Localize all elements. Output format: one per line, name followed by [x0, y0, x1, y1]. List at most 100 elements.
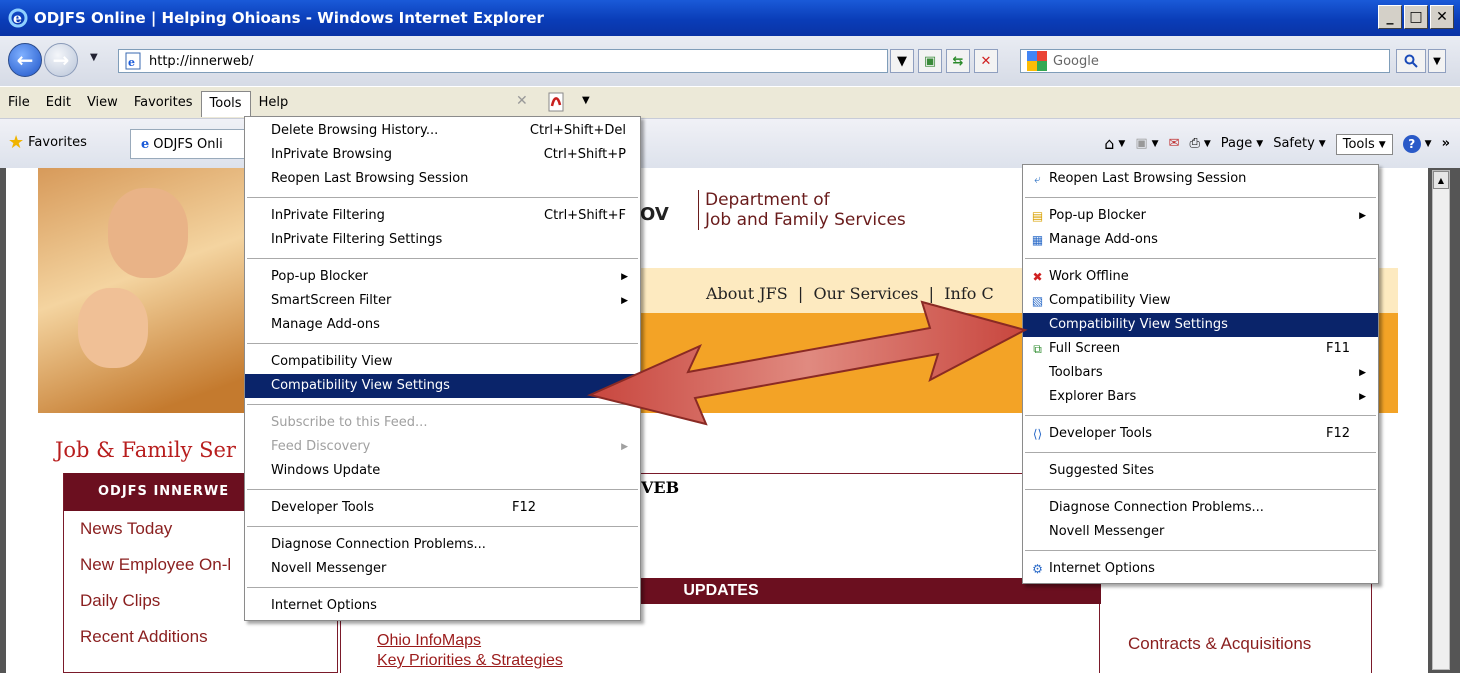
google-icon: [1027, 51, 1047, 71]
menu-view[interactable]: View: [79, 91, 126, 115]
menu-file[interactable]: File: [0, 91, 38, 115]
menu-compatibility-view-settings[interactable]: Compatibility View Settings: [245, 374, 640, 398]
pdf-dropdown-icon[interactable]: ▼: [582, 95, 590, 106]
printer-icon: ⎙: [1189, 136, 1200, 151]
manage-addons-icon: ▦: [1031, 233, 1044, 247]
full-screen-icon: ⧉: [1033, 342, 1042, 356]
tab-title: ODJFS Onli: [153, 136, 223, 152]
cmd-menu-reopen-last-session[interactable]: ⤶ Reopen Last Browsing Session: [1023, 167, 1378, 191]
search-button[interactable]: [1396, 49, 1426, 73]
cmd-menu-toolbars[interactable]: Toolbars ▶: [1023, 361, 1378, 385]
cmd-menu-compatibility-view-settings[interactable]: Compatibility View Settings: [1023, 313, 1378, 337]
ohio-gov-logo-text: OV: [640, 204, 669, 225]
safety-menu-button[interactable]: Safety ▼: [1273, 136, 1326, 151]
top-nav-links[interactable]: About JFS | Our Services | Info C: [706, 284, 994, 303]
content-link[interactable]: Key Priorities & Strategies: [377, 652, 563, 670]
welcome-heading: VEB: [641, 478, 680, 497]
recent-pages-dropdown[interactable]: ▼: [90, 52, 98, 63]
right-column-link[interactable]: Contracts & Acquisitions: [1128, 634, 1311, 654]
vertical-scrollbar[interactable]: ▲: [1432, 170, 1450, 670]
close-toolbar-icon[interactable]: ✕: [516, 93, 528, 109]
command-tools-dropdown-menu: ⤶ Reopen Last Browsing Session ▤ Pop-up Bl…: [1022, 164, 1379, 584]
department-name: Department of Job and Family Services: [698, 190, 906, 230]
favorites-label: Favorites: [28, 135, 87, 150]
menu-inprivate-filtering[interactable]: InPrivate Filtering Ctrl+Shift+F: [245, 204, 640, 228]
forward-button[interactable]: →: [44, 43, 78, 77]
maximize-button[interactable]: □: [1404, 5, 1428, 29]
menu-inprivate-browsing[interactable]: InPrivate Browsing Ctrl+Shift+P: [245, 143, 640, 167]
minimize-button[interactable]: _: [1378, 5, 1402, 29]
help-button[interactable]: ? ▼: [1402, 134, 1432, 153]
left-nav-link[interactable]: Recent Additions: [64, 619, 337, 655]
feeds-button[interactable]: ▣ ▼: [1135, 136, 1158, 151]
cmd-menu-novell-messenger[interactable]: Novell Messenger: [1023, 520, 1378, 544]
home-button[interactable]: ⌂ ▼: [1104, 134, 1125, 153]
search-input[interactable]: Google: [1020, 49, 1390, 73]
mail-icon: ✉: [1168, 136, 1180, 151]
command-bar: ⌂ ▼ ▣ ▼ ✉ ⎙ ▼ Page ▼ Safety ▼ Tools ▼ ? ▼ »: [1104, 132, 1450, 155]
submenu-arrow-icon: ▶: [621, 296, 628, 306]
menu-bar: File Edit View Favorites Tools Help ✕ ▼: [0, 86, 1460, 118]
menu-diagnose-connection[interactable]: Diagnose Connection Problems...: [245, 533, 640, 557]
menu-edit[interactable]: Edit: [38, 91, 79, 115]
menu-internet-options[interactable]: Internet Options: [245, 594, 640, 618]
page-menu-button[interactable]: Page ▼: [1221, 136, 1263, 151]
refresh-button[interactable]: ⇆: [946, 49, 970, 73]
submenu-arrow-icon: ▶: [1359, 392, 1366, 402]
scroll-up-button[interactable]: ▲: [1433, 171, 1449, 189]
cmd-menu-suggested-sites[interactable]: Suggested Sites: [1023, 459, 1378, 483]
svg-text:e: e: [13, 11, 22, 27]
address-dropdown-button[interactable]: ▼: [890, 49, 914, 73]
menu-tools[interactable]: Tools: [200, 90, 251, 117]
menu-popup-blocker[interactable]: Pop-up Blocker ▶: [245, 265, 640, 289]
print-button[interactable]: ⎙ ▼: [1189, 136, 1210, 151]
menu-developer-tools[interactable]: Developer Tools F12: [245, 496, 640, 520]
cmd-menu-internet-options[interactable]: ⚙ Internet Options: [1023, 557, 1378, 581]
content-link[interactable]: Ohio InfoMaps: [377, 632, 481, 650]
menu-novell-messenger[interactable]: Novell Messenger: [245, 557, 640, 581]
cmd-menu-diagnose-connection[interactable]: Diagnose Connection Problems...: [1023, 496, 1378, 520]
menu-compatibility-view[interactable]: Compatibility View: [245, 350, 640, 374]
back-button[interactable]: ←: [8, 43, 42, 77]
cmd-menu-manage-addons[interactable]: ▦ Manage Add-ons: [1023, 228, 1378, 252]
menu-smartscreen-filter[interactable]: SmartScreen Filter ▶: [245, 289, 640, 313]
close-button[interactable]: ✕: [1430, 5, 1454, 29]
compatibility-view-icon: ▧: [1031, 294, 1044, 308]
favorites-button[interactable]: ★ Favorites: [8, 132, 87, 153]
address-field[interactable]: e http://innerweb/: [118, 49, 888, 73]
tools-menu-button[interactable]: Tools ▼: [1335, 134, 1393, 155]
menu-inprivate-filtering-settings[interactable]: InPrivate Filtering Settings: [245, 228, 640, 252]
cmd-menu-full-screen[interactable]: ⧉ Full Screen F11: [1023, 337, 1378, 361]
menu-feed-discovery: Feed Discovery ▶: [245, 435, 640, 459]
cmd-menu-developer-tools[interactable]: ⟨⟩ Developer Tools F12: [1023, 422, 1378, 446]
cmd-menu-explorer-bars[interactable]: Explorer Bars ▶: [1023, 385, 1378, 409]
menu-favorites[interactable]: Favorites: [126, 91, 201, 115]
cmd-menu-popup-blocker[interactable]: ▤ Pop-up Blocker ▶: [1023, 204, 1378, 228]
svg-text:e: e: [128, 56, 135, 69]
submenu-arrow-icon: ▶: [621, 442, 628, 452]
chevron-more-icon[interactable]: »: [1442, 136, 1450, 151]
site-title: Job & Family Ser: [55, 438, 236, 462]
menu-manage-addons[interactable]: Manage Add-ons: [245, 313, 640, 337]
cmd-menu-compatibility-view[interactable]: ▧ Compatibility View: [1023, 289, 1378, 313]
window-title: ODJFS Online | Helping Ohioans - Windows…: [34, 9, 544, 27]
pdf-icon[interactable]: [546, 91, 568, 113]
menu-subscribe-feed: Subscribe to this Feed...: [271, 415, 428, 430]
popup-blocker-icon: ▤: [1031, 209, 1044, 223]
menu-help[interactable]: Help: [251, 91, 297, 115]
menu-reopen-last-session[interactable]: Reopen Last Browsing Session: [245, 167, 640, 191]
stop-button[interactable]: ✕: [974, 49, 998, 73]
menu-windows-update[interactable]: Windows Update: [245, 459, 640, 483]
cmd-menu-work-offline[interactable]: ✖ Work Offline: [1023, 265, 1378, 289]
search-options-dropdown[interactable]: ▼: [1428, 49, 1446, 73]
read-mail-button[interactable]: ✉: [1169, 136, 1180, 151]
menu-delete-browsing-history[interactable]: Delete Browsing History... Ctrl+Shift+Del: [245, 119, 640, 143]
frame-border: [0, 168, 6, 673]
magnifier-icon: [1404, 54, 1418, 68]
compatibility-view-button[interactable]: ▣: [918, 49, 942, 73]
developer-tools-icon: ⟨⟩: [1032, 427, 1043, 441]
browser-tab[interactable]: e ODJFS Onli: [130, 129, 250, 159]
address-toolbar: ← → ▼ e http://innerweb/ ▼ ▣ ⇆ ✕ Google …: [0, 36, 1460, 86]
window-title-bar: e ODJFS Online | Helping Ohioans - Windo…: [0, 0, 1460, 36]
submenu-arrow-icon: ▶: [1359, 368, 1366, 378]
